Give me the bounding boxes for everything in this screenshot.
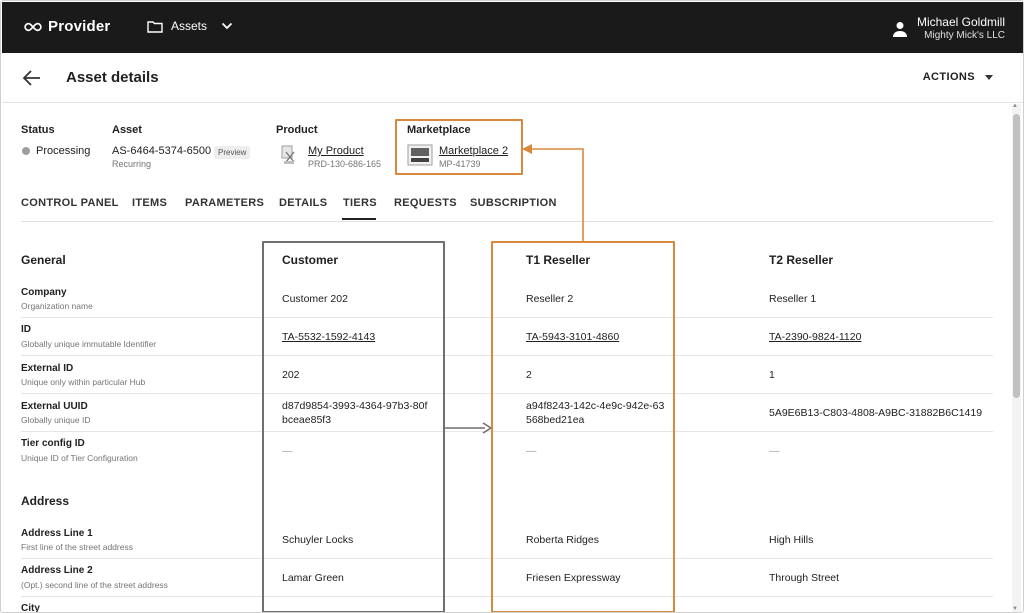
app-window: Provider Assets Michael Goldmill Mighty …	[0, 0, 1024, 613]
arrowhead-marketplace-icon	[522, 144, 532, 154]
connector-arrows	[445, 144, 584, 434]
arrow-t1-to-marketplace	[529, 148, 584, 241]
